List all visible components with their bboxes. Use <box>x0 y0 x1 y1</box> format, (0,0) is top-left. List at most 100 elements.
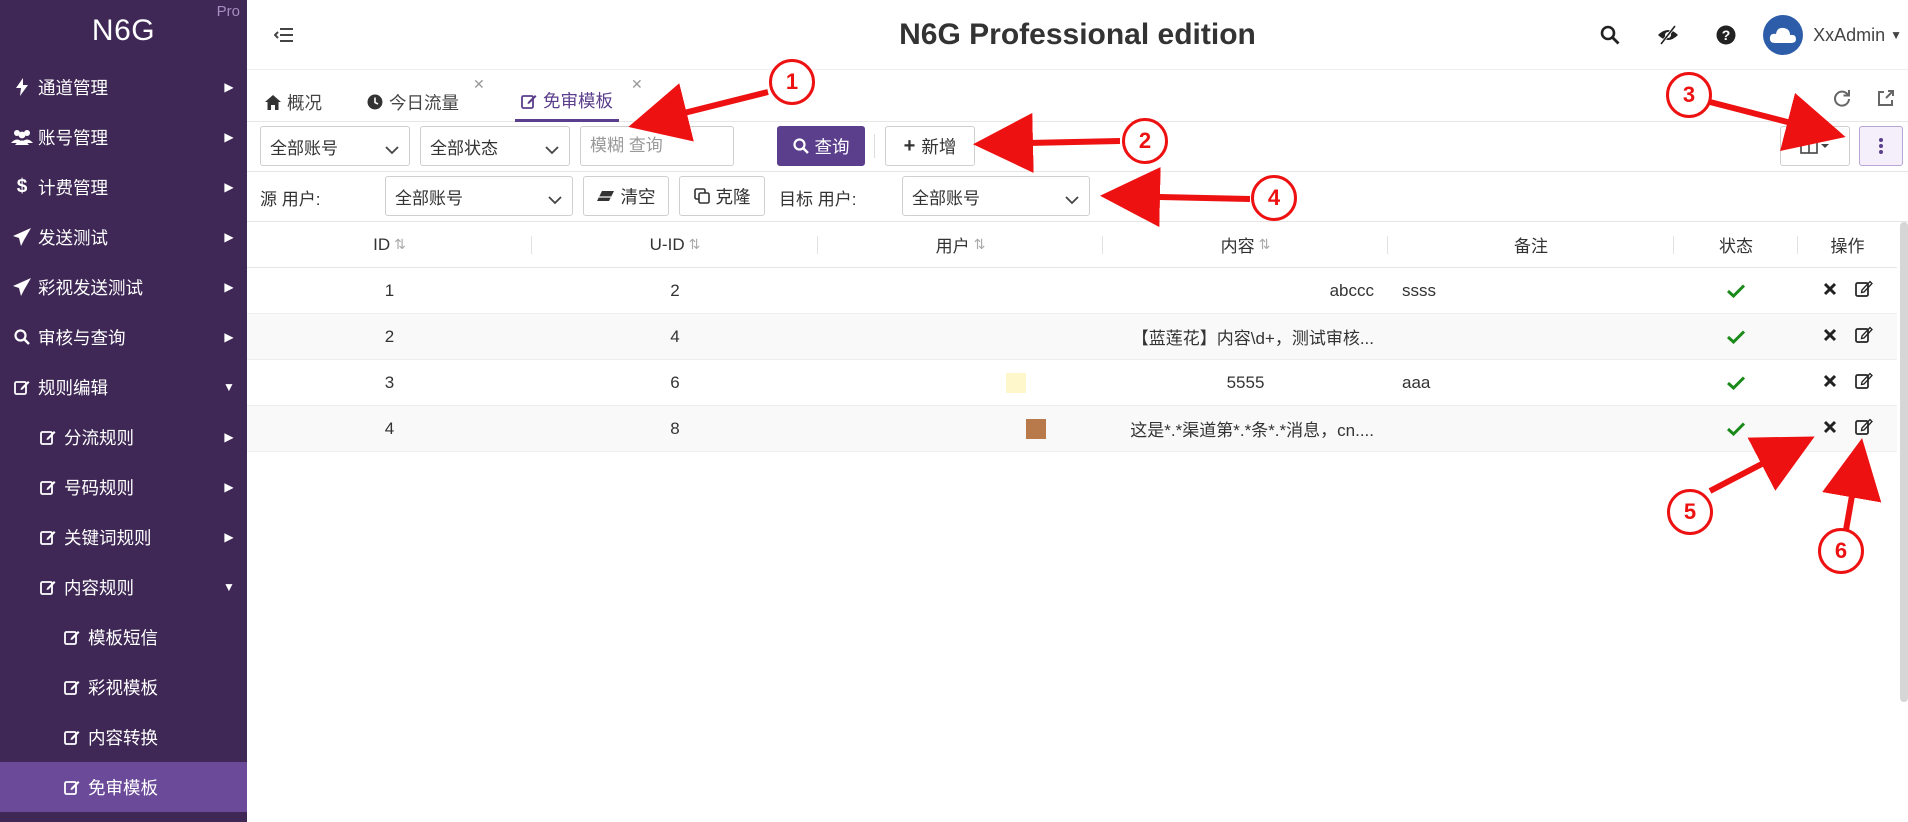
sidebar-item-label: 内容转换 <box>88 727 158 748</box>
theme-toggle-button[interactable] <box>1645 12 1691 58</box>
edit-icon <box>10 379 34 395</box>
add-button[interactable]: + 新增 <box>885 126 975 166</box>
home-icon <box>265 94 281 110</box>
cell-content: 【蓝莲花】内容\d+，测试审核... <box>1131 329 1374 348</box>
column-header-actions: 操作 <box>1798 222 1897 267</box>
search-icon <box>1600 25 1620 45</box>
target-user-select[interactable]: 全部账号 <box>902 176 1090 216</box>
close-icon[interactable]: ✕ <box>473 76 485 93</box>
sidebar-item-video-send-test[interactable]: 彩视发送测试 ▶ <box>0 262 247 312</box>
column-header-label: 内容 <box>1220 237 1255 256</box>
caret-down-icon: ▼ <box>223 580 235 594</box>
close-icon[interactable]: ✕ <box>631 76 643 93</box>
status-ok-icon <box>1674 406 1798 451</box>
sidebar-item-content-rule[interactable]: 内容规则 ▼ <box>0 562 247 612</box>
tab-label: 今日流量 <box>389 92 459 113</box>
sidebar-item-audit-query[interactable]: 审核与查询 ▶ <box>0 312 247 362</box>
delete-icon[interactable] <box>1823 281 1837 301</box>
sidebar-menu: 通道管理 ▶ 账号管理 ▶ $ 计费管理 ▶ 发送测试 ▶ 彩视发送测试 ▶ 审… <box>0 62 247 812</box>
help-button[interactable]: ? <box>1703 12 1749 58</box>
search-button[interactable] <box>1587 12 1633 58</box>
cell-content: 这是*.*渠道第*.*条*.*消息，cn.... <box>1130 421 1374 440</box>
sort-icon[interactable]: ⇅ <box>1259 236 1271 253</box>
annotation-callout: 5 <box>1667 489 1713 535</box>
sidebar-item-content-convert[interactable]: 内容转换 <box>0 712 247 762</box>
status-select[interactable]: 全部状态 <box>420 126 570 166</box>
open-external-button[interactable] <box>1864 78 1908 118</box>
clear-button[interactable]: 清空 <box>583 176 669 216</box>
column-header-id[interactable]: ID ⇅ <box>247 222 532 267</box>
delete-icon[interactable] <box>1823 373 1837 393</box>
edit-icon[interactable] <box>1854 325 1873 348</box>
delete-icon[interactable] <box>1823 327 1837 347</box>
tab-overview[interactable]: 概况 <box>265 82 322 122</box>
annotation-callout: 6 <box>1818 528 1864 574</box>
sort-icon[interactable]: ⇅ <box>689 236 701 253</box>
sidebar-toggle-button[interactable] <box>267 18 301 52</box>
sidebar-item-rule-edit[interactable]: 规则编辑 ▼ <box>0 362 247 412</box>
clone-filter-row: 源 用户: 全部账号 清空 克隆 目标 用户: 全部账号 <box>247 172 1908 222</box>
clone-button[interactable]: 克隆 <box>679 176 765 216</box>
edit-icon[interactable] <box>1854 279 1873 302</box>
cell-user <box>818 360 1103 405</box>
column-header-user[interactable]: 用户 ⇅ <box>818 222 1103 267</box>
table-row: 2 4 【蓝莲花】内容\d+，测试审核... <box>247 314 1897 360</box>
cell-note: aaa <box>1402 372 1431 392</box>
edit-icon <box>36 529 60 545</box>
sidebar-item-account[interactable]: 账号管理 ▶ <box>0 112 247 162</box>
sidebar-item-send-test[interactable]: 发送测试 ▶ <box>0 212 247 262</box>
sidebar-item-exempt-template[interactable]: 免审模板 <box>0 762 247 812</box>
sidebar-item-billing[interactable]: $ 计费管理 ▶ <box>0 162 247 212</box>
columns-icon <box>1800 138 1829 154</box>
users-icon <box>10 129 34 145</box>
avatar[interactable] <box>1763 15 1804 55</box>
sidebar-item-channel[interactable]: 通道管理 ▶ <box>0 62 247 112</box>
sort-icon[interactable]: ⇅ <box>394 236 406 253</box>
sidebar-item-split-rule[interactable]: 分流规则 ▶ <box>0 412 247 462</box>
sidebar-item-label: 账号管理 <box>38 127 108 148</box>
column-header-content[interactable]: 内容 ⇅ <box>1103 222 1388 267</box>
sidebar-item-video-template[interactable]: 彩视模板 <box>0 662 247 712</box>
column-header-status: 状态 <box>1674 222 1798 267</box>
source-user-select-value: 全部账号 <box>395 188 463 208</box>
more-options-button[interactable] <box>1859 126 1903 166</box>
row-actions <box>1798 406 1897 451</box>
vertical-scrollbar[interactable] <box>1900 222 1908 702</box>
clock-icon <box>367 94 383 110</box>
sort-icon[interactable]: ⇅ <box>974 236 986 253</box>
cell-note <box>1388 406 1674 451</box>
cell-id: 4 <box>384 418 395 438</box>
account-select[interactable]: 全部账号 <box>260 126 410 166</box>
query-button[interactable]: 查询 <box>777 126 865 166</box>
edit-icon <box>36 579 60 595</box>
header-actions: ? XxAdmin ▼ <box>1575 12 1908 58</box>
refresh-icon <box>1834 90 1850 107</box>
edit-icon[interactable] <box>1854 371 1873 394</box>
chevron-down-icon <box>1065 190 1079 210</box>
sidebar-item-label: 审核与查询 <box>38 327 126 348</box>
caret-down-icon[interactable]: ▼ <box>1890 28 1902 42</box>
cell-uid: 6 <box>670 372 680 392</box>
refresh-button[interactable] <box>1820 78 1864 118</box>
sidebar: N6G Pro 通道管理 ▶ 账号管理 ▶ $ 计费管理 ▶ 发送测试 ▶ 彩视… <box>0 0 247 822</box>
logo[interactable]: N6G Pro <box>0 0 247 62</box>
sidebar-item-keyword-rule[interactable]: 关键词规则 ▶ <box>0 512 247 562</box>
column-header-uid[interactable]: U-ID ⇅ <box>532 222 818 267</box>
user-color-swatch <box>1025 418 1046 439</box>
username[interactable]: XxAdmin <box>1813 25 1885 46</box>
sidebar-item-template-sms[interactable]: 模板短信 <box>0 612 247 662</box>
sidebar-item-label: 通道管理 <box>38 77 108 98</box>
tab-exempt-template[interactable]: 免审模板 ✕ <box>515 76 643 122</box>
caret-right-icon: ▶ <box>224 180 234 194</box>
source-user-select[interactable]: 全部账号 <box>385 176 573 216</box>
cell-user <box>818 314 1103 359</box>
delete-icon[interactable] <box>1823 419 1837 439</box>
bolt-icon <box>10 78 34 96</box>
edit-icon[interactable] <box>1854 417 1873 440</box>
tab-today-traffic[interactable]: 今日流量 ✕ <box>367 76 485 122</box>
sidebar-item-number-rule[interactable]: 号码规则 ▶ <box>0 462 247 512</box>
columns-toggle-button[interactable] <box>1780 126 1850 166</box>
sidebar-item-label: 彩视发送测试 <box>38 277 143 298</box>
search-input[interactable] <box>580 126 734 166</box>
divider <box>874 134 875 158</box>
